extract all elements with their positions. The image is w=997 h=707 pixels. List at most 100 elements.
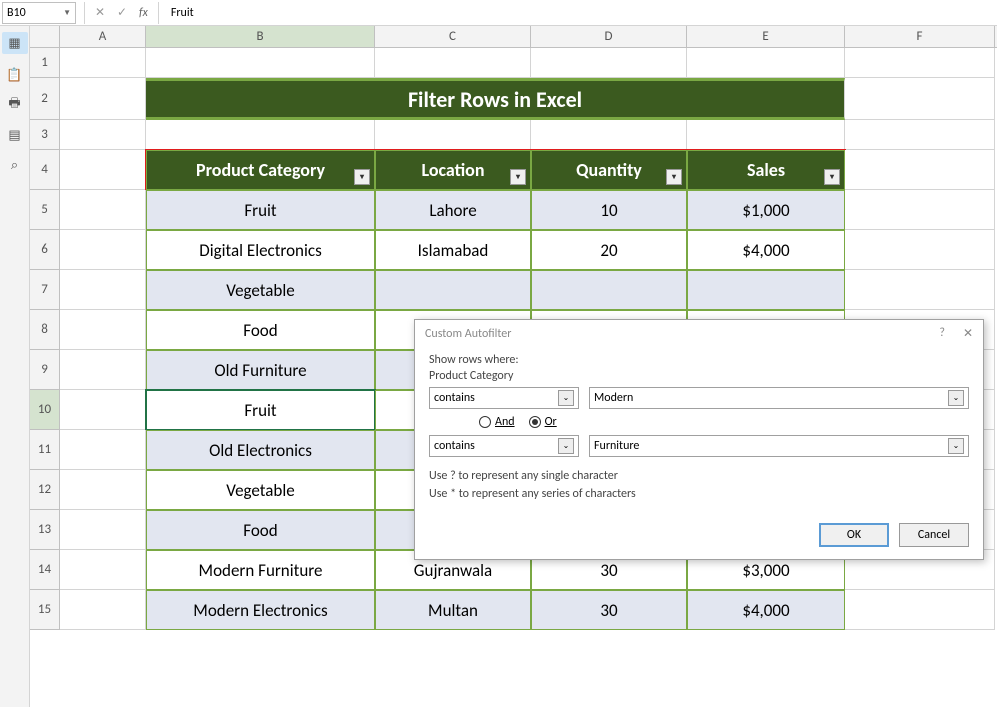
or-radio[interactable]: Or bbox=[529, 415, 557, 429]
fx-icon[interactable]: fx bbox=[139, 6, 148, 20]
data-cell[interactable]: $4,000 bbox=[687, 230, 845, 270]
cell[interactable] bbox=[60, 150, 146, 190]
data-cell[interactable]: Food bbox=[146, 310, 375, 350]
cell[interactable] bbox=[60, 590, 146, 630]
data-cell[interactable]: 20 bbox=[531, 230, 687, 270]
data-cell[interactable]: Old Electronics bbox=[146, 430, 375, 470]
value1-select[interactable]: Modern ⌄ bbox=[589, 387, 969, 409]
row-header-1[interactable]: 1 bbox=[30, 48, 60, 78]
cell[interactable] bbox=[60, 120, 146, 150]
value2-select[interactable]: Furniture ⌄ bbox=[589, 435, 969, 457]
cell[interactable] bbox=[687, 48, 845, 78]
header-sales[interactable]: Sales▾ bbox=[687, 150, 845, 190]
filter-dropdown-icon[interactable]: ▾ bbox=[824, 169, 840, 185]
cell[interactable] bbox=[845, 120, 995, 150]
toolbar-icon[interactable]: 🖶 bbox=[6, 96, 24, 114]
cell[interactable] bbox=[60, 78, 146, 120]
column-header-B[interactable]: B bbox=[146, 26, 375, 47]
ok-button[interactable]: OK bbox=[819, 523, 889, 547]
cell[interactable] bbox=[146, 48, 375, 78]
data-cell[interactable]: Old Furniture bbox=[146, 350, 375, 390]
cell[interactable] bbox=[60, 470, 146, 510]
data-cell[interactable]: 10 bbox=[531, 190, 687, 230]
cell[interactable] bbox=[687, 120, 845, 150]
row-header-6[interactable]: 6 bbox=[30, 230, 60, 270]
column-header-C[interactable]: C bbox=[375, 26, 531, 47]
row-header-4[interactable]: 4 bbox=[30, 150, 60, 190]
column-header-A[interactable]: A bbox=[60, 26, 146, 47]
data-cell[interactable]: Vegetable bbox=[146, 270, 375, 310]
cell[interactable] bbox=[60, 270, 146, 310]
cell[interactable] bbox=[60, 430, 146, 470]
data-cell[interactable]: Modern Electronics bbox=[146, 590, 375, 630]
row-header-7[interactable]: 7 bbox=[30, 270, 60, 310]
cell[interactable] bbox=[60, 390, 146, 430]
cell[interactable] bbox=[845, 150, 995, 190]
row-header-14[interactable]: 14 bbox=[30, 550, 60, 590]
cell[interactable] bbox=[845, 78, 995, 120]
header-product-category[interactable]: Product Category▾ bbox=[146, 150, 375, 190]
data-cell[interactable]: Fruit bbox=[146, 390, 375, 430]
cancel-button[interactable]: Cancel bbox=[899, 523, 969, 547]
data-cell[interactable]: 30 bbox=[531, 590, 687, 630]
cell[interactable] bbox=[60, 510, 146, 550]
row-header-11[interactable]: 11 bbox=[30, 430, 60, 470]
toolbar-icon[interactable]: ▦ bbox=[2, 32, 28, 54]
cell[interactable] bbox=[375, 48, 531, 78]
cell[interactable] bbox=[845, 590, 995, 630]
row-header-12[interactable]: 12 bbox=[30, 470, 60, 510]
data-cell[interactable] bbox=[531, 270, 687, 310]
name-box[interactable]: B10 ▼ bbox=[2, 2, 76, 24]
row-header-15[interactable]: 15 bbox=[30, 590, 60, 630]
toolbar-icon[interactable]: ▤ bbox=[6, 126, 24, 144]
cell[interactable] bbox=[375, 120, 531, 150]
data-cell[interactable] bbox=[375, 270, 531, 310]
cell[interactable] bbox=[60, 310, 146, 350]
cancel-formula-icon[interactable]: ✕ bbox=[89, 2, 111, 24]
data-cell[interactable]: Digital Electronics bbox=[146, 230, 375, 270]
data-cell[interactable]: $1,000 bbox=[687, 190, 845, 230]
cell[interactable] bbox=[60, 190, 146, 230]
header-quantity[interactable]: Quantity▾ bbox=[531, 150, 687, 190]
help-icon[interactable]: ? bbox=[939, 326, 945, 341]
data-cell[interactable]: Vegetable bbox=[146, 470, 375, 510]
cell[interactable] bbox=[146, 120, 375, 150]
data-cell[interactable]: Multan bbox=[375, 590, 531, 630]
and-radio[interactable]: And bbox=[479, 415, 515, 429]
cell[interactable] bbox=[531, 120, 687, 150]
cell[interactable] bbox=[531, 48, 687, 78]
row-header-10[interactable]: 10 bbox=[30, 390, 60, 430]
formula-input[interactable]: Fruit bbox=[163, 6, 194, 20]
data-cell[interactable] bbox=[687, 270, 845, 310]
row-header-9[interactable]: 9 bbox=[30, 350, 60, 390]
row-header-3[interactable]: 3 bbox=[30, 120, 60, 150]
cell[interactable] bbox=[60, 550, 146, 590]
data-cell[interactable]: Food bbox=[146, 510, 375, 550]
chevron-down-icon[interactable]: ▼ bbox=[63, 8, 71, 18]
cell[interactable] bbox=[60, 350, 146, 390]
row-header-2[interactable]: 2 bbox=[30, 78, 60, 120]
cell[interactable] bbox=[60, 230, 146, 270]
select-all-corner[interactable] bbox=[30, 26, 60, 47]
toolbar-icon[interactable]: ⌕ bbox=[6, 156, 24, 174]
cell[interactable] bbox=[845, 270, 995, 310]
close-icon[interactable]: ✕ bbox=[963, 326, 973, 341]
data-cell[interactable]: Modern Furniture bbox=[146, 550, 375, 590]
column-header-F[interactable]: F bbox=[845, 26, 995, 47]
column-header-E[interactable]: E bbox=[687, 26, 845, 47]
operator2-select[interactable]: contains ⌄ bbox=[429, 435, 579, 457]
header-location[interactable]: Location▾ bbox=[375, 150, 531, 190]
row-header-8[interactable]: 8 bbox=[30, 310, 60, 350]
cell[interactable] bbox=[60, 48, 146, 78]
filter-dropdown-icon[interactable]: ▾ bbox=[510, 169, 526, 185]
toolbar-icon[interactable]: 📋 bbox=[6, 66, 24, 84]
data-cell[interactable]: Lahore bbox=[375, 190, 531, 230]
filter-dropdown-icon[interactable]: ▾ bbox=[666, 169, 682, 185]
cell[interactable] bbox=[845, 190, 995, 230]
data-cell[interactable]: Islamabad bbox=[375, 230, 531, 270]
column-header-D[interactable]: D bbox=[531, 26, 687, 47]
data-cell[interactable]: $4,000 bbox=[687, 590, 845, 630]
cell[interactable] bbox=[845, 230, 995, 270]
operator1-select[interactable]: contains ⌄ bbox=[429, 387, 579, 409]
data-cell[interactable]: Fruit bbox=[146, 190, 375, 230]
